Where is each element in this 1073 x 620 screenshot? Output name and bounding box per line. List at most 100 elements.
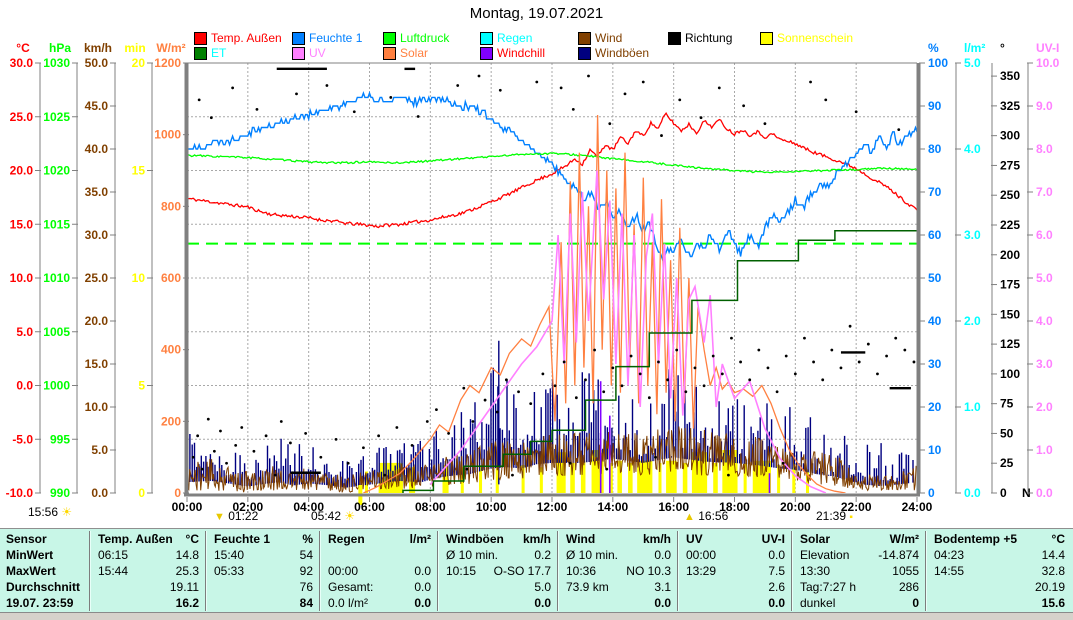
table-column-unit: UV-I — [762, 532, 785, 546]
table-cell-time: 00:00 — [328, 564, 358, 578]
axis-tick-label: 90 — [928, 99, 942, 113]
axis-unit-label: W/m² — [156, 41, 185, 55]
arrow-down-icon: ▼ — [214, 511, 225, 523]
axis-tick-label: 1005 — [43, 325, 70, 339]
axis-tick-label: 30.0 — [85, 228, 109, 242]
axis-tick-label: 5.0 — [16, 325, 33, 339]
table-column-feuchte-1: Feuchte 1%15:405405:33927684 — [207, 529, 319, 613]
table-row-label: MinWert — [6, 548, 53, 562]
direction-dot — [575, 396, 578, 399]
time-label: 15:56 — [28, 505, 58, 519]
direction-dot — [465, 468, 468, 471]
table-cell-time: 13:29 — [686, 564, 716, 578]
direction-dot — [593, 349, 596, 352]
direction-dot — [472, 420, 475, 423]
direction-dot — [326, 84, 329, 87]
table-cell-time: 73.9 km — [566, 580, 609, 594]
direction-dot — [377, 434, 380, 437]
direction-dot — [858, 361, 861, 364]
axis-tick-label: 10 — [132, 271, 146, 285]
axis-tick-label: 20 — [928, 400, 942, 414]
table-cell-time: 15:44 — [98, 564, 128, 578]
axis-tick-label: 15 — [132, 164, 146, 178]
direction-dot — [776, 390, 779, 393]
direction-dot — [730, 337, 733, 340]
axis-tick-label: 1025 — [43, 110, 70, 124]
table-cell-value: 5.0 — [534, 580, 551, 594]
direction-dot — [803, 337, 806, 340]
axis-tick-label: 325 — [1000, 99, 1020, 113]
direction-dot — [913, 361, 916, 364]
axis-tick-label: 8.0 — [1036, 142, 1053, 156]
direction-dot — [794, 372, 797, 375]
direction-dot — [602, 390, 605, 393]
annotation-max-sun-time: 15:56 ☀ — [28, 505, 72, 519]
direction-dot — [395, 426, 398, 429]
table-cell-value: 0.0 — [654, 548, 671, 562]
table-cell-value: 54 — [300, 548, 313, 562]
axis-tick-label: 25.0 — [10, 110, 34, 124]
direction-dot — [478, 75, 481, 78]
table-cell-value: 0.0 — [768, 596, 785, 610]
direction-dot — [584, 378, 587, 381]
direction-dot — [198, 98, 201, 101]
axis-tick-label: 0.0 — [964, 486, 981, 500]
direction-dot — [660, 134, 663, 137]
axis-tick-label: 35.0 — [85, 185, 109, 199]
axis-tick-label: 1000 — [154, 128, 181, 142]
direction-dot — [426, 420, 429, 423]
direction-dot — [608, 122, 611, 125]
axis-tick-label: 15.0 — [85, 357, 109, 371]
axis-tick-label: 300 — [1000, 129, 1020, 143]
axis-tick-label: 40 — [928, 314, 942, 328]
table-column-unit: km/h — [523, 532, 551, 546]
direction-dot — [231, 87, 234, 90]
direction-dot — [849, 325, 852, 328]
axis-tick-label: 5.0 — [964, 56, 981, 70]
direction-dot — [666, 378, 669, 381]
axis-tick-label: 990 — [50, 486, 70, 500]
axis-tick-label: 25 — [1000, 456, 1014, 470]
axis-tick-label: 6.0 — [1036, 228, 1053, 242]
table-row-label: 19.07. 23:59 — [6, 596, 73, 610]
table-cell-value: 1055 — [892, 564, 919, 578]
direction-dot — [684, 390, 687, 393]
table-cell-value: NO 10.3 — [626, 564, 671, 578]
direction-dot — [605, 468, 608, 471]
sunshine-bar — [713, 463, 718, 493]
direction-dot — [447, 432, 450, 435]
axis-tick-label: 10.0 — [1036, 56, 1060, 70]
direction-dot — [718, 87, 721, 90]
table-cell-time: 14:55 — [934, 564, 964, 578]
direction-dot — [855, 110, 858, 113]
table-cell-time: Tag:7:27 h — [800, 580, 856, 594]
axis-tick-label: 1.0 — [964, 400, 981, 414]
table-column-unit: km/h — [643, 532, 671, 546]
table-column-unit: W/m² — [890, 532, 919, 546]
table-cell-value: 76 — [300, 580, 313, 594]
table-cell-value: 0.0 — [534, 596, 551, 610]
x-axis-label: 12:00 — [537, 500, 568, 514]
direction-dot — [335, 438, 338, 441]
direction-dot — [196, 434, 199, 437]
direction-dot — [812, 361, 815, 364]
direction-dot — [764, 122, 767, 125]
table-cell-value: 7.5 — [768, 564, 785, 578]
table-cell-value: 14.8 — [176, 548, 199, 562]
sun-icon: ☀ — [61, 505, 72, 519]
direction-dot — [840, 367, 843, 370]
direction-dot — [885, 355, 888, 358]
table-cell-value: 3.1 — [654, 580, 671, 594]
axis-tick-label: 2.0 — [1036, 400, 1053, 414]
direction-dot — [624, 92, 627, 95]
sunshine-bar — [666, 461, 677, 493]
axis-tick-label: -5.0 — [12, 432, 33, 446]
axis-tick-label: 30 — [928, 357, 942, 371]
axis-tick-label: 0.0 — [16, 379, 33, 393]
table-cell-value: 84 — [300, 596, 313, 610]
direction-dot — [389, 96, 392, 99]
table-column-header: UV — [686, 532, 703, 546]
axis-tick-label: 10.0 — [10, 271, 34, 285]
x-axis-label: 10:00 — [476, 500, 507, 514]
direction-dot — [782, 462, 785, 465]
